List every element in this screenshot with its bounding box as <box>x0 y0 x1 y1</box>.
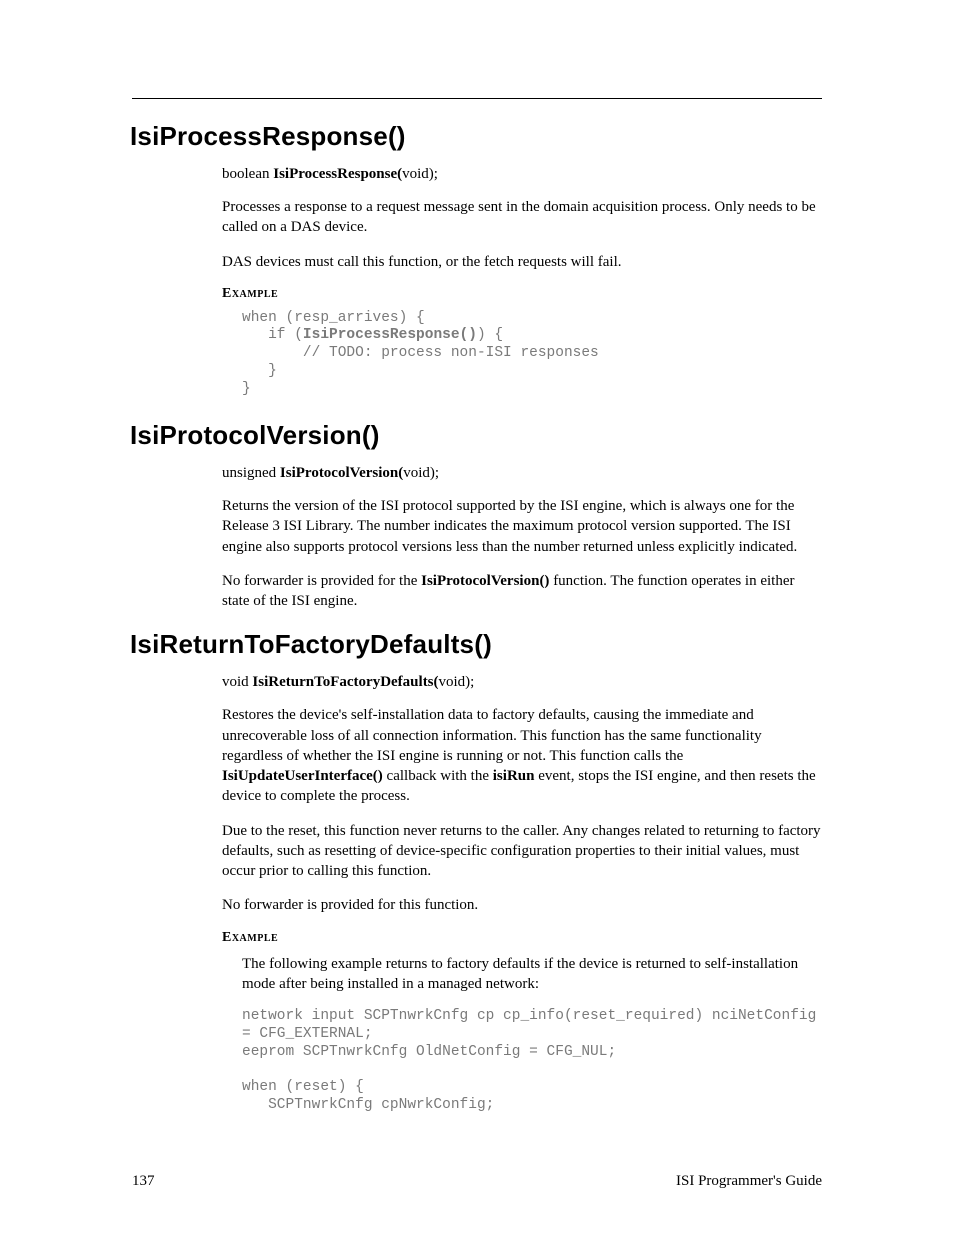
heading-isireturntofactorydefaults: IsiReturnToFactoryDefaults() <box>130 629 822 660</box>
sig-name: IsiProcessResponse( <box>273 166 402 182</box>
footer-title: ISI Programmer's Guide <box>676 1173 822 1190</box>
signature-isireturntofactorydefaults: void IsiReturnToFactoryDefaults(void); <box>222 674 822 691</box>
code-bold: IsiProcessResponse() <box>303 327 477 343</box>
paragraph: Restores the device's self-installation … <box>222 705 822 806</box>
paragraph: No forwarder is provided for this functi… <box>222 895 822 915</box>
paragraph: No forwarder is provided for the IsiProt… <box>222 571 822 612</box>
paragraph: Processes a response to a request messag… <box>222 197 822 238</box>
bold-text: IsiUpdateUserInterface() <box>222 768 383 784</box>
sig-return-type: void <box>222 674 252 690</box>
text: Restores the device's self-installation … <box>222 707 762 764</box>
sig-name: IsiReturnToFactoryDefaults( <box>252 674 438 690</box>
paragraph: DAS devices must call this function, or … <box>222 252 822 272</box>
example-heading: Example <box>222 286 822 302</box>
sig-return-type: unsigned <box>222 465 280 481</box>
page-content: IsiProcessResponse() boolean IsiProcessR… <box>132 98 822 1136</box>
section-isiprotocolversion: IsiProtocolVersion() unsigned IsiProtoco… <box>132 420 822 611</box>
code-block: when (resp_arrives) { if (IsiProcessResp… <box>242 310 822 398</box>
page-footer: 137 ISI Programmer's Guide <box>132 1173 822 1190</box>
paragraph: Due to the reset, this function never re… <box>222 821 822 882</box>
page-number: 137 <box>132 1173 155 1190</box>
sig-return-type: boolean <box>222 166 273 182</box>
section-isiprocessresponse: IsiProcessResponse() boolean IsiProcessR… <box>132 121 822 398</box>
signature-isiprocessresponse: boolean IsiProcessResponse(void); <box>222 166 822 183</box>
text: callback with the <box>383 768 493 784</box>
example-intro: The following example returns to factory… <box>242 954 822 995</box>
bold-text: isiRun <box>493 768 535 784</box>
text: No forwarder is provided for the <box>222 573 421 589</box>
paragraph: Returns the version of the ISI protocol … <box>222 496 822 557</box>
heading-isiprotocolversion: IsiProtocolVersion() <box>130 420 822 451</box>
example-heading: Example <box>222 930 822 946</box>
sig-args: void); <box>402 166 438 182</box>
bold-text: IsiProtocolVersion() <box>421 573 549 589</box>
section-isireturntofactorydefaults: IsiReturnToFactoryDefaults() void IsiRet… <box>132 629 822 1114</box>
sig-args: void); <box>403 465 439 481</box>
code-block: network input SCPTnwrkCnfg cp cp_info(re… <box>242 1008 822 1114</box>
sig-args: void); <box>439 674 475 690</box>
signature-isiprotocolversion: unsigned IsiProtocolVersion(void); <box>222 465 822 482</box>
sig-name: IsiProtocolVersion( <box>280 465 403 481</box>
heading-isiprocessresponse: IsiProcessResponse() <box>130 121 822 152</box>
